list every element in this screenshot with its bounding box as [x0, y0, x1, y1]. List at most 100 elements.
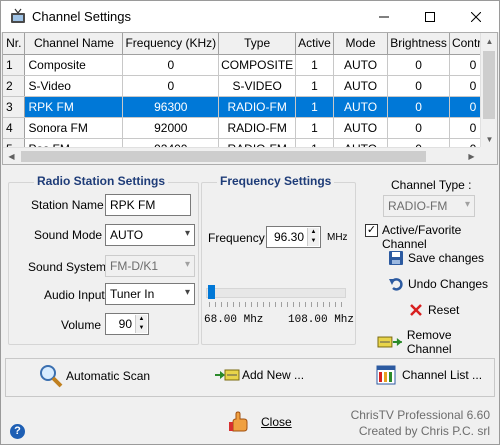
tv-app-icon: [11, 8, 25, 23]
magnifier-icon: [40, 365, 63, 388]
sound-system-label: Sound System :: [28, 260, 113, 274]
column-header[interactable]: Type: [218, 33, 297, 55]
scroll-down-icon[interactable]: ▼: [481, 131, 497, 148]
save-changes-label: Save changes: [408, 251, 485, 265]
help-icon[interactable]: ?: [10, 424, 25, 439]
column-header[interactable]: Active: [295, 33, 334, 55]
brightness-cell: 0: [387, 117, 450, 139]
frequency-stepper[interactable]: 96.30 ▲ ▼: [266, 226, 321, 248]
credits-line-2: Created by Chris P.C. srl: [358, 424, 490, 438]
frequency-max-label: 108.00 Mhz: [288, 314, 355, 326]
reset-label: Reset: [428, 303, 460, 317]
title-bar: Channel Settings: [1, 1, 499, 32]
column-header[interactable]: Mode: [333, 33, 389, 55]
brightness-cell: 0: [387, 75, 450, 97]
sound-mode-value: AUTO: [110, 228, 144, 242]
frequency-min-label: 68.00 Mhz: [204, 314, 264, 326]
close-window-button[interactable]: [453, 1, 499, 32]
minimize-button[interactable]: [361, 1, 407, 32]
active-cell: 1: [295, 54, 334, 76]
column-header[interactable]: Channel Name: [24, 33, 124, 55]
reset-button[interactable]: Reset: [408, 302, 459, 318]
station-name-input[interactable]: RPK FM: [105, 194, 191, 216]
table-row-selected[interactable]: 3 RPK FM 96300 RADIO-FM 1 AUTO 0 0: [3, 96, 497, 118]
radio-station-settings-title: Radio Station Settings: [34, 174, 169, 188]
channel-list-button[interactable]: Channel List ...: [376, 365, 482, 385]
vertical-scroll-thumb[interactable]: [483, 51, 495, 119]
mode-cell: AUTO: [333, 96, 389, 118]
audio-input-select[interactable]: Tuner In ▾: [105, 283, 195, 305]
frequency-slider-track[interactable]: [206, 288, 346, 298]
active-favorite-checkbox[interactable]: ✓: [365, 224, 378, 237]
frequency-value: 96.30: [273, 230, 304, 244]
table-row[interactable]: 2 S-Video 0 S-VIDEO 1 AUTO 0 0: [3, 75, 497, 97]
bottom-toolbar: Automatic Scan Add New ... Channel List …: [5, 358, 495, 397]
spin-arrows-icon[interactable]: ▲ ▼: [307, 228, 319, 246]
scroll-left-icon[interactable]: ◀: [3, 148, 20, 164]
remove-channel-button[interactable]: Remove Channel: [377, 328, 499, 356]
row-number: 2: [3, 75, 26, 97]
credits-line-1: ChrisTV Professional 6.60: [350, 408, 490, 422]
spin-arrows-icon[interactable]: ▲ ▼: [135, 315, 147, 333]
automatic-scan-label: Automatic Scan: [66, 369, 151, 383]
brightness-cell: 0: [387, 54, 450, 76]
channel-name-cell: Composite: [24, 54, 124, 76]
sound-system-value: FM-D/K1: [110, 259, 158, 273]
channel-type-value: RADIO-FM: [388, 199, 448, 213]
horizontal-scrollbar[interactable]: ◀ ▶: [3, 147, 480, 164]
row-number: 3: [3, 96, 26, 118]
sound-mode-label: Sound Mode :: [34, 228, 109, 242]
floppy-disk-icon: [389, 251, 403, 265]
scroll-up-icon[interactable]: ▲: [481, 33, 497, 50]
channel-name-cell: Sonora FM: [24, 117, 124, 139]
channel-type-label: Channel Type :: [391, 178, 472, 192]
table-row[interactable]: 1 Composite 0 COMPOSITE 1 AUTO 0 0: [3, 54, 497, 76]
horizontal-scroll-thumb[interactable]: [21, 151, 426, 162]
save-changes-button[interactable]: Save changes: [388, 250, 484, 266]
undo-changes-label: Undo Changes: [408, 277, 489, 291]
type-cell: COMPOSITE: [218, 54, 297, 76]
chevron-down-icon: ▾: [184, 228, 190, 239]
type-cell: RADIO-FM: [218, 117, 297, 139]
row-number: 1: [3, 54, 26, 76]
sound-mode-select[interactable]: AUTO ▾: [105, 224, 195, 246]
add-channel-icon: [215, 369, 240, 381]
volume-label: Volume :: [61, 318, 108, 332]
scroll-right-icon[interactable]: ▶: [463, 148, 480, 164]
active-cell: 1: [295, 75, 334, 97]
volume-stepper[interactable]: 90 ▲ ▼: [105, 313, 149, 335]
channel-list-icon: [376, 365, 396, 385]
channel-name-cell: RPK FM: [24, 96, 124, 118]
red-x-icon: [410, 304, 422, 316]
maximize-button[interactable]: [407, 1, 453, 32]
add-new-button[interactable]: Add New ...: [214, 367, 304, 383]
undo-changes-button[interactable]: Undo Changes: [388, 276, 488, 292]
table-row[interactable]: 4 Sonora FM 92000 RADIO-FM 1 AUTO 0 0: [3, 117, 497, 139]
chevron-down-icon: ▾: [184, 259, 190, 270]
row-number: 4: [3, 117, 26, 139]
volume-value: 90: [118, 317, 132, 331]
channel-type-select[interactable]: RADIO-FM ▾: [383, 195, 475, 217]
column-header[interactable]: Nr.: [3, 33, 26, 55]
close-button[interactable]: Close: [227, 411, 292, 433]
brightness-cell: 0: [387, 96, 450, 118]
type-cell: RADIO-FM: [218, 96, 297, 118]
audio-input-value: Tuner In: [110, 287, 155, 301]
frequency-label: Frequency :: [208, 231, 272, 245]
frequency-slider-thumb[interactable]: [208, 285, 215, 299]
channel-grid[interactable]: Nr. Channel Name Frequency (KHz) Type Ac…: [2, 32, 498, 165]
frequency-cell: 92000: [122, 117, 220, 139]
column-header[interactable]: Frequency (KHz): [122, 33, 220, 55]
add-new-label: Add New ...: [242, 368, 305, 382]
sound-system-select[interactable]: FM-D/K1 ▾: [105, 255, 195, 277]
column-header[interactable]: Brightness: [387, 33, 450, 55]
automatic-scan-button[interactable]: Automatic Scan: [38, 363, 150, 389]
window-title: Channel Settings: [32, 9, 132, 24]
active-cell: 1: [295, 96, 334, 118]
vertical-scrollbar[interactable]: ▲ ▼: [480, 33, 497, 148]
channel-name-cell: S-Video: [24, 75, 124, 97]
active-favorite-label: Active/Favorite Channel: [382, 223, 462, 251]
chevron-down-icon: ▾: [464, 199, 470, 210]
remove-channel-label: Remove Channel: [406, 328, 452, 356]
frequency-settings-title: Frequency Settings: [217, 174, 335, 188]
